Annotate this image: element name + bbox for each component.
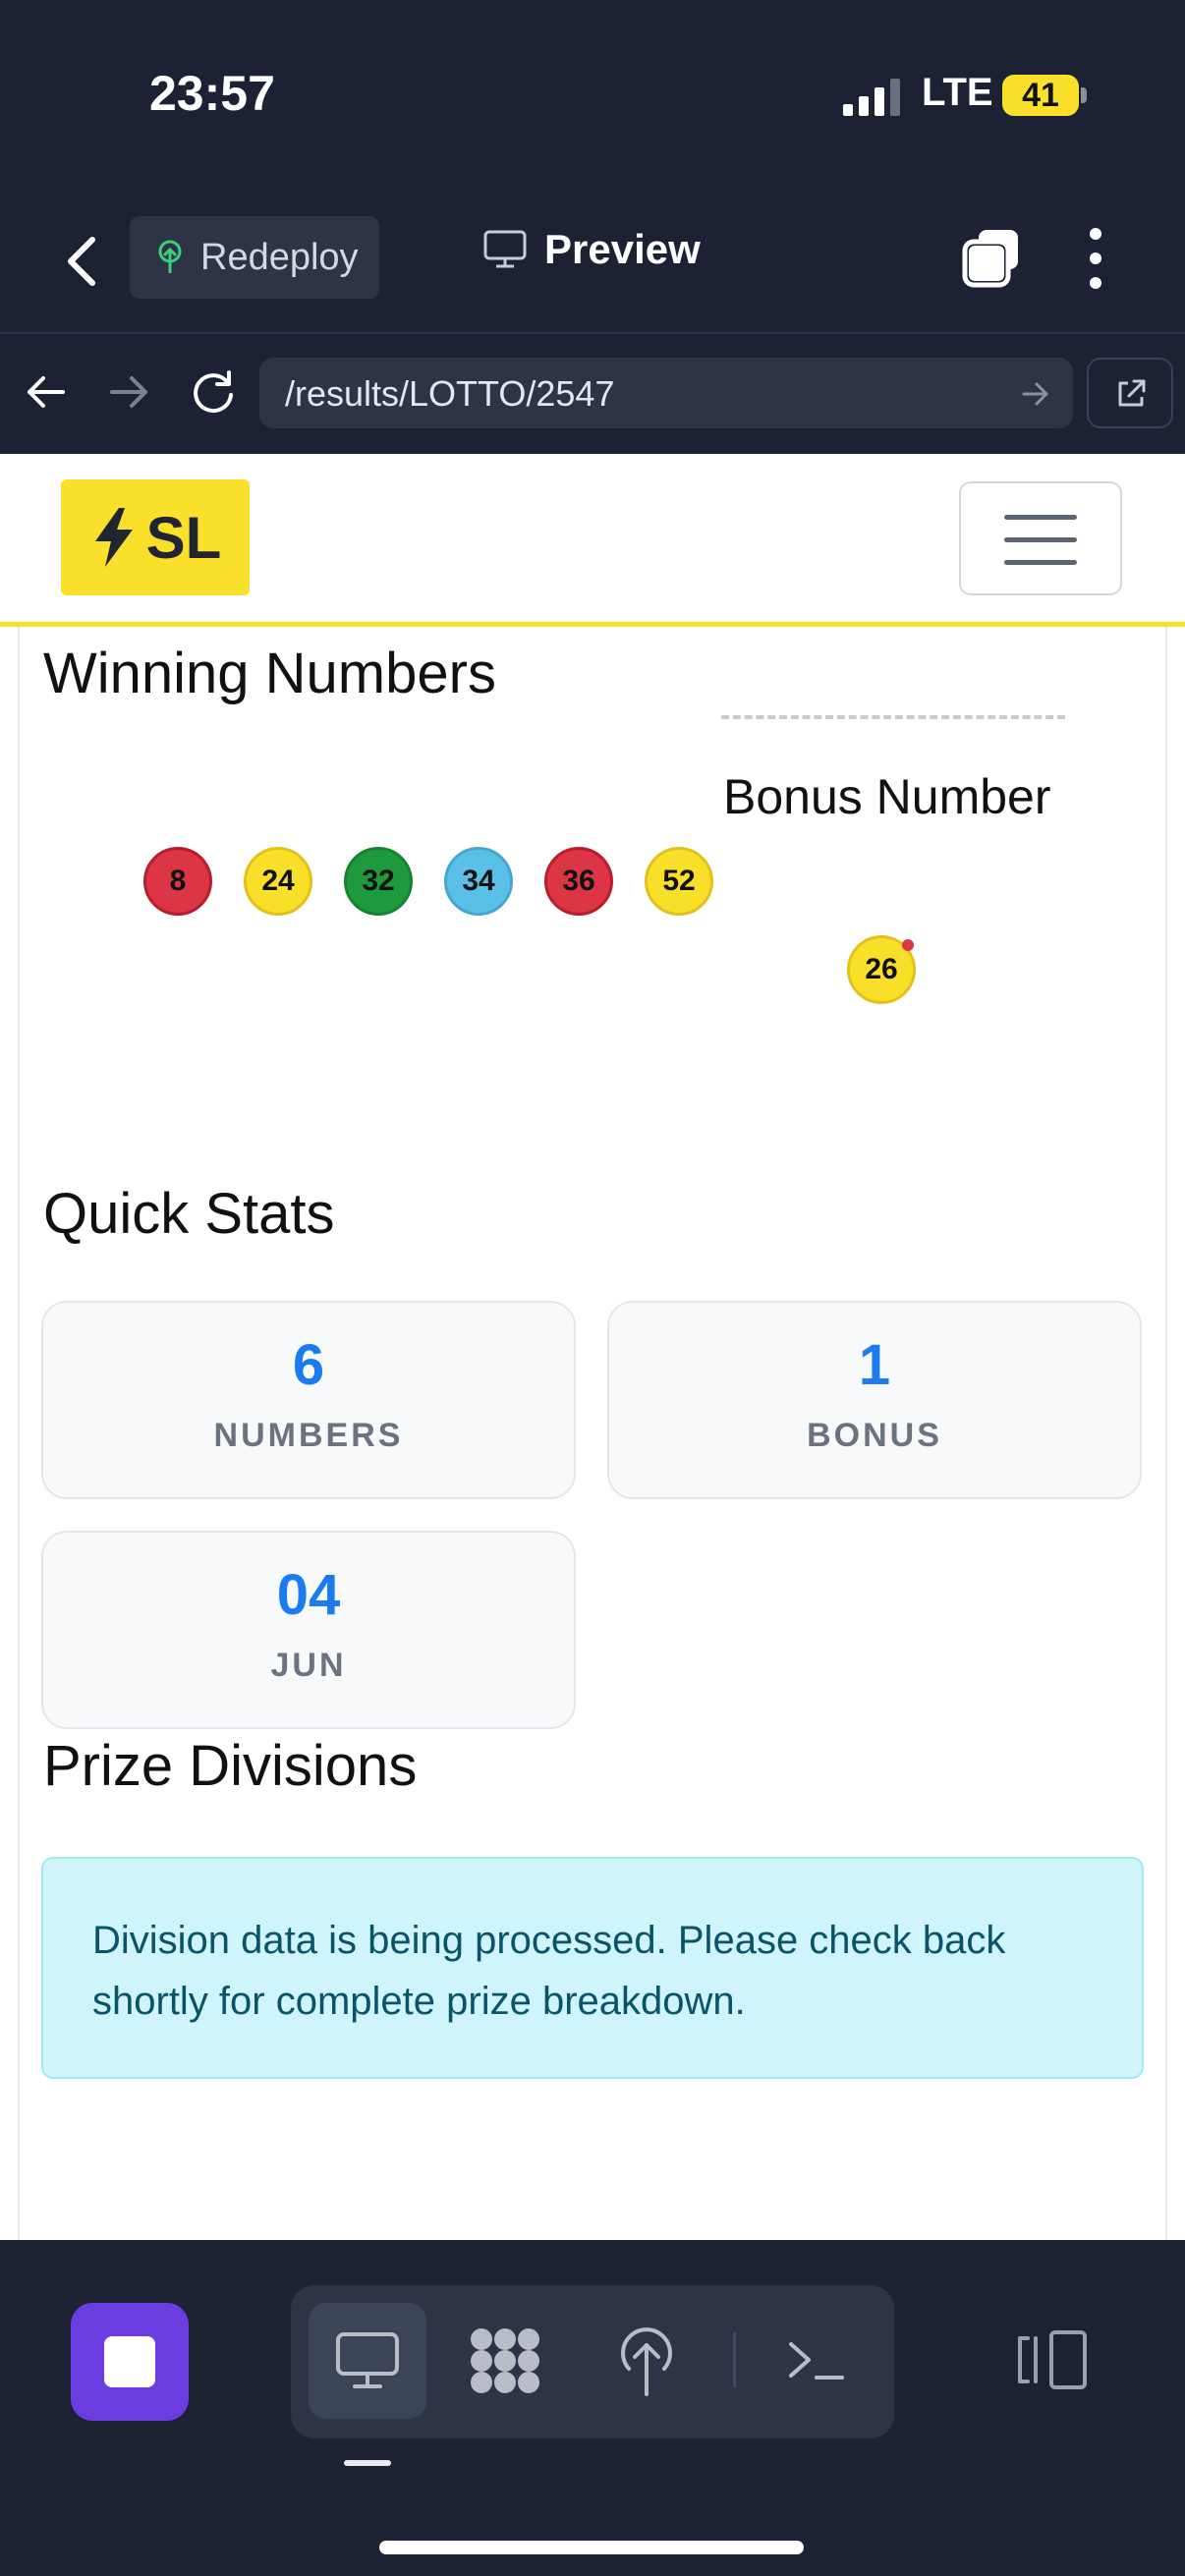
number-ball: 34 — [444, 847, 513, 916]
bonus-divider — [721, 715, 1065, 719]
dots-grid-icon — [471, 2328, 539, 2393]
results-content: Winning Numbers 8 24 32 34 36 52 Bonus N… — [18, 627, 1167, 2240]
bonus-number-label: Bonus Number — [723, 769, 1051, 824]
url-text: /results/LOTTO/2547 — [285, 373, 615, 414]
app-header: Redeploy Preview — [0, 196, 1185, 334]
bonus-marker-dot — [902, 939, 914, 951]
number-ball: 32 — [344, 847, 413, 916]
stop-button[interactable] — [71, 2303, 189, 2421]
status-time: 23:57 — [149, 66, 275, 121]
winning-numbers-heading: Winning Numbers — [43, 642, 496, 705]
monitor-icon — [336, 2332, 399, 2388]
tabs-icon[interactable] — [961, 226, 1024, 289]
open-external-button[interactable] — [1087, 358, 1173, 428]
browser-bar: /results/LOTTO/2547 — [0, 334, 1185, 454]
alert-message: Division data is being processed. Please… — [92, 1919, 1006, 2023]
division-info-alert: Division data is being processed. Please… — [41, 1857, 1144, 2079]
redeploy-button[interactable]: Redeploy — [130, 216, 379, 299]
number-ball: 24 — [244, 847, 312, 916]
terminal-icon — [789, 2342, 844, 2380]
stat-label: BONUS — [807, 1417, 942, 1454]
quick-stats-heading: Quick Stats — [43, 1182, 335, 1246]
stat-card-bonus: 1 BONUS — [607, 1301, 1142, 1499]
browser-back-icon[interactable] — [24, 369, 69, 415]
deploy-tree-icon — [621, 2327, 672, 2396]
tool-terminal[interactable] — [757, 2303, 875, 2419]
status-bar: 23:57 LTE 41 — [0, 0, 1185, 196]
network-type: LTE — [922, 71, 993, 114]
browser-forward-icon[interactable] — [106, 369, 151, 415]
active-tab-indicator — [344, 2460, 391, 2466]
hamburger-line — [1004, 515, 1077, 520]
tool-agents[interactable] — [446, 2303, 564, 2419]
device-layout-icon[interactable] — [1016, 2328, 1091, 2391]
redeploy-label: Redeploy — [200, 236, 359, 278]
monitor-icon — [483, 230, 527, 268]
web-viewport: SL Winning Numbers 8 24 32 34 36 52 Bonu… — [0, 454, 1185, 2240]
stat-value: 1 — [858, 1333, 891, 1397]
battery-icon: 41 — [1002, 75, 1079, 116]
prize-divisions-heading: Prize Divisions — [43, 1734, 418, 1798]
go-arrow-icon[interactable] — [1022, 381, 1049, 407]
stat-label: JUN — [270, 1647, 347, 1684]
tool-deploy[interactable] — [588, 2303, 705, 2419]
stat-value: 6 — [292, 1333, 325, 1397]
tool-preview[interactable] — [309, 2303, 426, 2419]
stat-value: 04 — [276, 1563, 341, 1627]
stat-label: NUMBERS — [213, 1417, 404, 1454]
battery-tip — [1081, 87, 1087, 103]
number-ball: 36 — [544, 847, 613, 916]
hamburger-line — [1004, 560, 1077, 565]
external-link-icon — [1118, 379, 1146, 407]
more-menu-icon[interactable] — [1081, 226, 1110, 291]
preview-label: Preview — [544, 226, 701, 272]
tool-switcher — [291, 2285, 894, 2438]
logo-text: SL — [145, 504, 222, 571]
signal-icon — [843, 79, 900, 116]
site-navbar: SL — [0, 454, 1185, 627]
number-ball: 52 — [645, 847, 713, 916]
hamburger-line — [1004, 537, 1077, 542]
stat-card-date: 04 JUN — [41, 1531, 576, 1729]
back-chevron-icon[interactable] — [61, 232, 104, 291]
number-ball: 8 — [143, 847, 212, 916]
preview-tab[interactable]: Preview — [483, 226, 701, 273]
url-field[interactable]: /results/LOTTO/2547 — [259, 358, 1073, 428]
hamburger-menu-button[interactable] — [959, 481, 1122, 595]
lightning-bolt-icon — [94, 508, 133, 567]
stop-icon — [104, 2336, 155, 2387]
site-logo[interactable]: SL — [61, 479, 250, 595]
home-indicator — [379, 2541, 804, 2554]
deploy-tree-icon — [158, 240, 182, 273]
bottom-toolbar — [0, 2240, 1185, 2576]
stat-card-numbers: 6 NUMBERS — [41, 1301, 576, 1499]
toolbar-divider — [733, 2332, 736, 2387]
reload-icon[interactable] — [189, 367, 238, 417]
